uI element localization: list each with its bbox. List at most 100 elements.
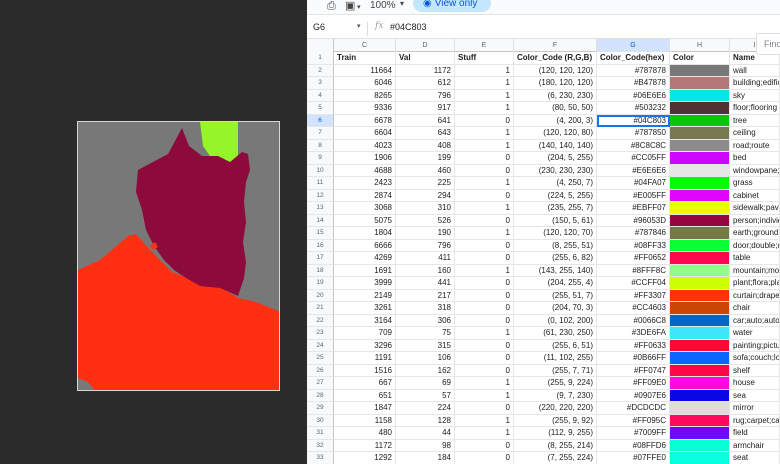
color-swatch[interactable] bbox=[670, 189, 730, 202]
cell-hex[interactable]: #CC05FF bbox=[597, 152, 670, 165]
cell-stuff[interactable]: 1 bbox=[455, 264, 514, 277]
cell-val[interactable]: 643 bbox=[396, 127, 455, 140]
row-number[interactable]: 9 bbox=[307, 152, 334, 165]
cell-stuff[interactable]: 1 bbox=[455, 102, 514, 115]
row-number[interactable]: 21 bbox=[307, 302, 334, 315]
cell-train[interactable]: 1516 bbox=[334, 364, 396, 377]
color-swatch[interactable] bbox=[670, 414, 730, 427]
cell-stuff[interactable]: 1 bbox=[455, 64, 514, 77]
row-number[interactable]: 30 bbox=[307, 414, 334, 427]
cell-stuff[interactable]: 0 bbox=[455, 339, 514, 352]
row-number[interactable]: 22 bbox=[307, 314, 334, 327]
row-number[interactable]: 4 bbox=[307, 89, 334, 102]
color-swatch[interactable] bbox=[670, 289, 730, 302]
cell-name[interactable]: grass bbox=[730, 177, 780, 190]
select-all-corner[interactable] bbox=[307, 39, 334, 52]
cell-stuff[interactable]: 0 bbox=[455, 364, 514, 377]
cell-name[interactable]: windowpane;w bbox=[730, 164, 780, 177]
cell-stuff[interactable]: 0 bbox=[455, 402, 514, 415]
cell-name[interactable]: seat bbox=[730, 452, 780, 464]
color-swatch[interactable] bbox=[670, 114, 730, 127]
cell-name[interactable]: sea bbox=[730, 389, 780, 402]
color-swatch[interactable] bbox=[670, 214, 730, 227]
cell-train[interactable]: 11664 bbox=[334, 64, 396, 77]
row-number[interactable]: 15 bbox=[307, 227, 334, 240]
row-number[interactable]: 5 bbox=[307, 102, 334, 115]
color-swatch[interactable] bbox=[670, 177, 730, 190]
cell-train[interactable]: 4269 bbox=[334, 252, 396, 265]
cell-hex[interactable]: #0907E6 bbox=[597, 389, 670, 402]
cell-rgb[interactable]: (4, 250, 7) bbox=[514, 177, 597, 190]
color-swatch[interactable] bbox=[670, 227, 730, 240]
cell-rgb[interactable]: (4, 200, 3) bbox=[514, 114, 597, 127]
row-number[interactable]: 24 bbox=[307, 339, 334, 352]
cell-train[interactable]: 2423 bbox=[334, 177, 396, 190]
cell-rgb[interactable]: (120, 120, 120) bbox=[514, 64, 597, 77]
cell-val[interactable]: 294 bbox=[396, 189, 455, 202]
cell-hex[interactable]: #FF0652 bbox=[597, 252, 670, 265]
column-header-g[interactable]: G bbox=[597, 39, 670, 52]
cell-rgb[interactable]: (255, 6, 82) bbox=[514, 252, 597, 265]
cell-hex[interactable]: #06E6E6 bbox=[597, 89, 670, 102]
cell-name[interactable]: ceiling bbox=[730, 127, 780, 140]
chevron-down-icon[interactable]: ▾ bbox=[400, 0, 404, 8]
find-input[interactable]: Find bbox=[756, 33, 780, 55]
cell-stuff[interactable]: 1 bbox=[455, 177, 514, 190]
column-header-f[interactable]: F bbox=[514, 39, 597, 52]
cell-train[interactable]: 3261 bbox=[334, 302, 396, 315]
cell-train[interactable]: 1691 bbox=[334, 264, 396, 277]
cell-rgb[interactable]: (8, 255, 214) bbox=[514, 439, 597, 452]
cell-rgb[interactable]: (204, 5, 255) bbox=[514, 152, 597, 165]
cell-val[interactable]: 306 bbox=[396, 314, 455, 327]
color-swatch[interactable] bbox=[670, 139, 730, 152]
cell-rgb[interactable]: (255, 6, 51) bbox=[514, 339, 597, 352]
cell-name[interactable]: rug;carpet;car bbox=[730, 414, 780, 427]
cell-rgb[interactable]: (180, 120, 120) bbox=[514, 77, 597, 90]
cell-val[interactable]: 57 bbox=[396, 389, 455, 402]
cell-train[interactable]: 6046 bbox=[334, 77, 396, 90]
color-swatch[interactable] bbox=[670, 89, 730, 102]
cell-name[interactable]: road;route bbox=[730, 139, 780, 152]
cell-hex[interactable]: #E005FF bbox=[597, 189, 670, 202]
cell-name[interactable]: table bbox=[730, 252, 780, 265]
cell-hex[interactable]: #FF0633 bbox=[597, 339, 670, 352]
cell-val[interactable]: 796 bbox=[396, 239, 455, 252]
cell-name[interactable]: sky bbox=[730, 89, 780, 102]
cell-hex[interactable]: #B47878 bbox=[597, 77, 670, 90]
row-number[interactable]: 19 bbox=[307, 277, 334, 290]
cell-val[interactable]: 217 bbox=[396, 289, 455, 302]
zoom-select[interactable]: 100% bbox=[370, 0, 396, 12]
cell-name[interactable]: house bbox=[730, 377, 780, 390]
cell-val[interactable]: 44 bbox=[396, 427, 455, 440]
cell-train[interactable]: 480 bbox=[334, 427, 396, 440]
cell-hex[interactable]: #3DE6FA bbox=[597, 327, 670, 340]
column-header-c[interactable]: C bbox=[334, 39, 396, 52]
color-swatch[interactable] bbox=[670, 377, 730, 390]
cell-rgb[interactable]: (255, 9, 224) bbox=[514, 377, 597, 390]
formula-input[interactable]: #04C803 bbox=[390, 22, 427, 32]
cell-stuff[interactable]: 1 bbox=[455, 414, 514, 427]
cell-val[interactable]: 225 bbox=[396, 177, 455, 190]
color-swatch[interactable] bbox=[670, 264, 730, 277]
color-swatch[interactable] bbox=[670, 239, 730, 252]
cell-val[interactable]: 796 bbox=[396, 89, 455, 102]
cell-train[interactable]: 1158 bbox=[334, 414, 396, 427]
cell-train[interactable]: 3999 bbox=[334, 277, 396, 290]
cell-rgb[interactable]: (255, 51, 7) bbox=[514, 289, 597, 302]
cell-train[interactable]: 709 bbox=[334, 327, 396, 340]
cell-rgb[interactable]: (80, 50, 50) bbox=[514, 102, 597, 115]
cell-rgb[interactable]: (11, 102, 255) bbox=[514, 352, 597, 365]
cell-name[interactable]: bed bbox=[730, 152, 780, 165]
cell-val[interactable]: 318 bbox=[396, 302, 455, 315]
cell-train[interactable]: 9336 bbox=[334, 102, 396, 115]
cell-train[interactable]: 651 bbox=[334, 389, 396, 402]
cell-train[interactable]: 667 bbox=[334, 377, 396, 390]
row-number[interactable]: 8 bbox=[307, 139, 334, 152]
name-box[interactable]: G6 bbox=[313, 22, 325, 32]
cell-stuff[interactable]: 0 bbox=[455, 189, 514, 202]
view-only-button[interactable]: ◉ View only bbox=[413, 0, 491, 12]
cell-val[interactable]: 310 bbox=[396, 202, 455, 215]
cell-rgb[interactable]: (224, 5, 255) bbox=[514, 189, 597, 202]
color-swatch[interactable] bbox=[670, 77, 730, 90]
cell-train[interactable]: 6604 bbox=[334, 127, 396, 140]
